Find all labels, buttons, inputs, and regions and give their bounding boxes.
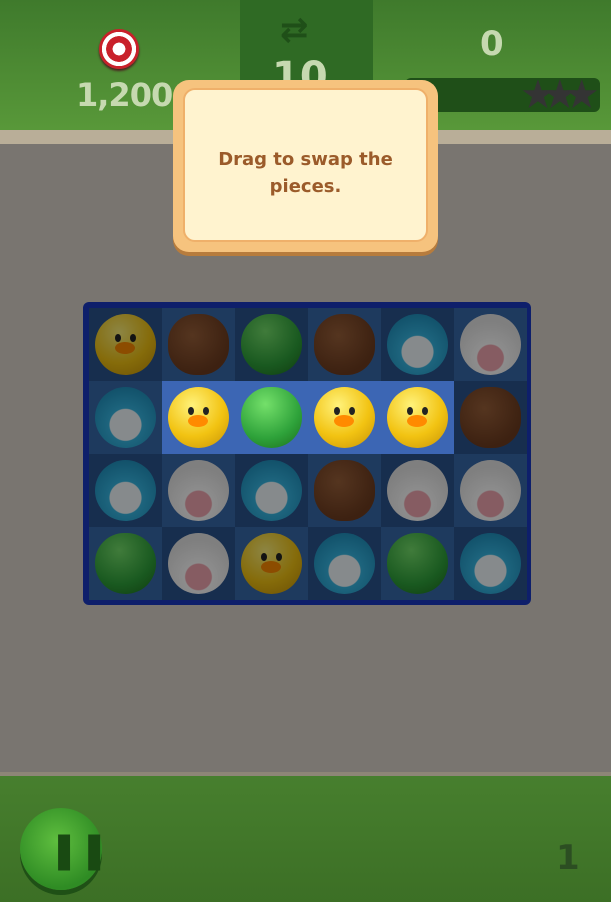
level-number: 1: [556, 838, 580, 878]
tutorial-dialog-inner: Drag to swap the pieces.: [183, 88, 428, 242]
tutorial-overlay: Drag to swap the pieces.: [0, 0, 611, 902]
tutorial-dialog: Drag to swap the pieces.: [173, 80, 438, 252]
tutorial-message: Drag to swap the pieces.: [218, 149, 393, 197]
pause-icon: ❚❚: [49, 830, 110, 871]
pause-button[interactable]: ❚❚: [20, 808, 109, 890]
